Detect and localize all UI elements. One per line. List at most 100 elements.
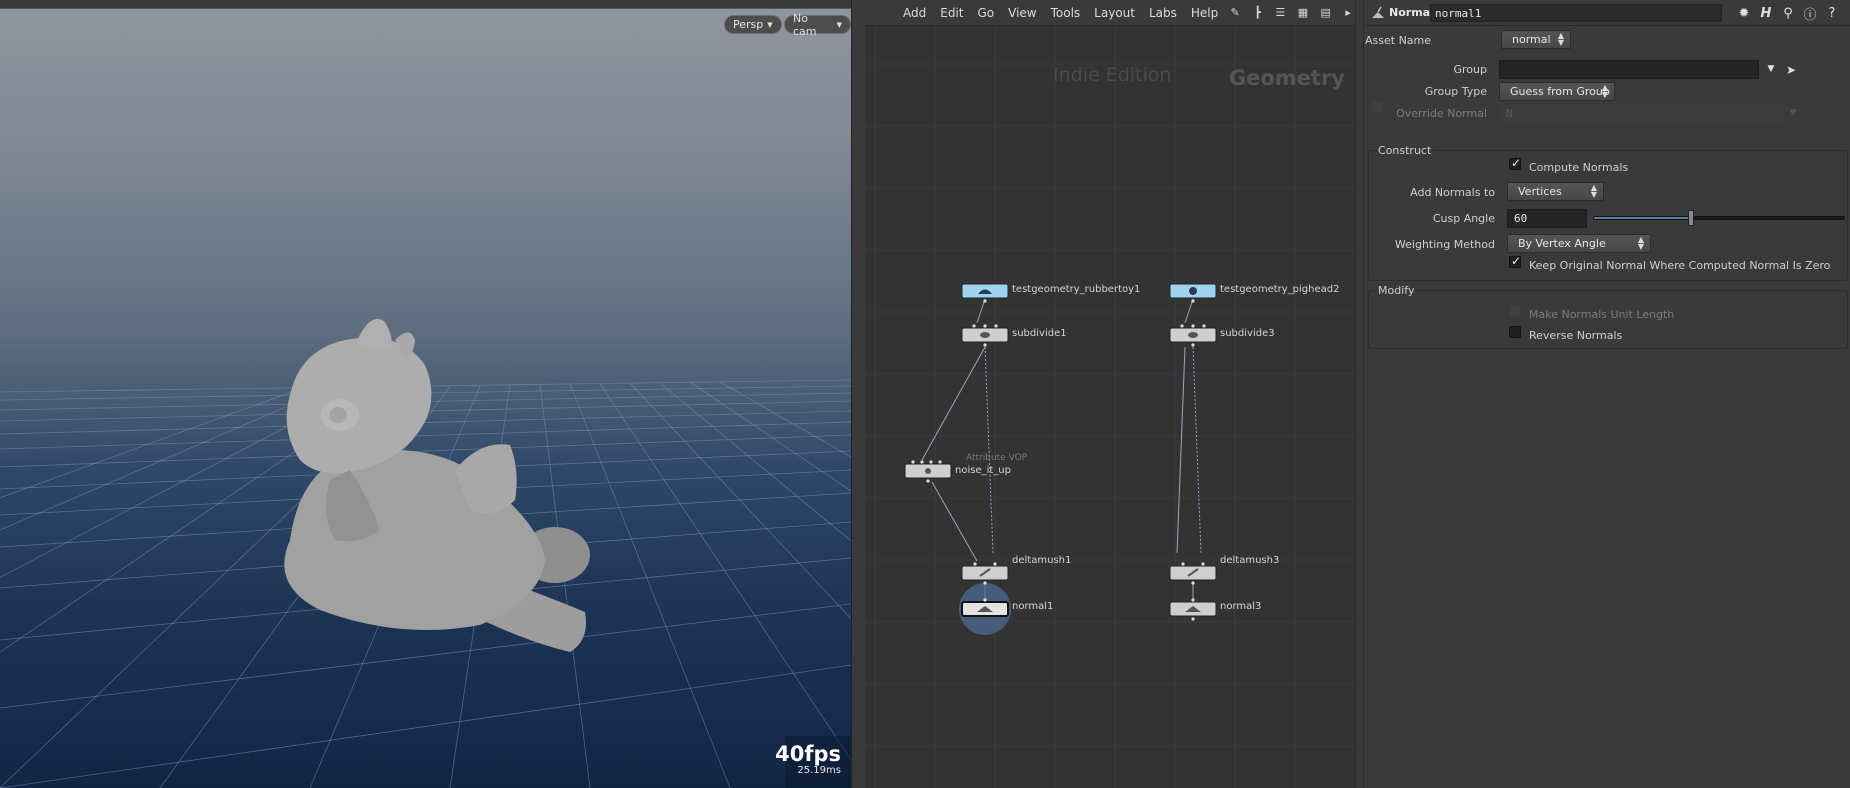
node-pighead[interactable] — [1169, 283, 1217, 299]
param-header: Normal normal1 ✹ H ⚲ ⓘ ? — [1364, 0, 1850, 26]
viewport-toolbar-strip[interactable] — [851, 0, 865, 788]
add-normals-to-menu[interactable]: Vertices ▲ ▼ — [1507, 182, 1604, 201]
override-normal-label: Override Normal — [1396, 107, 1487, 120]
group-type-menu[interactable]: Guess from Group ▲ ▼ — [1499, 82, 1615, 101]
cusp-angle-slider-handle[interactable] — [1688, 210, 1695, 226]
group-field[interactable] — [1499, 60, 1759, 79]
asset-name-menu[interactable]: normal ▲ ▼ — [1501, 30, 1571, 49]
gear-icon[interactable]: ✹ — [1735, 4, 1753, 22]
node-normal1[interactable] — [961, 601, 1009, 617]
info-icon[interactable]: ⓘ — [1801, 4, 1819, 23]
group-type-label: Group Type — [1424, 85, 1487, 98]
scene-viewport[interactable]: Persp ▼ No cam ▼ 40fps 25.19ms — [0, 0, 851, 788]
chevron-down-icon: ▼ — [836, 20, 842, 29]
node-label-noise[interactable]: noise_it_up — [955, 465, 1011, 476]
menu-labs[interactable]: Labs — [1149, 6, 1177, 20]
group-dropdown-icon[interactable]: ▼ — [1762, 60, 1780, 78]
frame-time-value: 25.19ms — [797, 765, 841, 776]
node-rubbertoy[interactable] — [961, 283, 1009, 299]
menu-view[interactable]: View — [1008, 6, 1036, 20]
node-deltamush1[interactable] — [961, 565, 1009, 581]
node-label-subdivide1[interactable]: subdivide1 — [1012, 328, 1067, 339]
node-noise-it-up[interactable] — [904, 463, 952, 479]
menu-add[interactable]: Add — [903, 6, 926, 20]
tree-view-icon[interactable]: ┣ — [1251, 6, 1265, 20]
add-normals-to-value: Vertices — [1518, 185, 1562, 198]
ground-grid — [0, 318, 851, 788]
help-icon[interactable]: ? — [1823, 4, 1841, 22]
node-label-pighead[interactable]: testgeometry_pighead2 — [1220, 284, 1339, 295]
wrench-icon[interactable]: ✎ — [1228, 6, 1242, 20]
table-view-icon[interactable]: ▤ — [1319, 6, 1333, 20]
node-normal3[interactable] — [1169, 601, 1217, 617]
normal-node-icon — [1372, 6, 1384, 18]
keep-original-normal-label: Keep Original Normal Where Computed Norm… — [1529, 259, 1831, 272]
network-canvas[interactable]: Indie Edition Geometry testgeometry_rubb… — [865, 26, 1355, 788]
cusp-angle-label: Cusp Angle — [1432, 212, 1495, 225]
updown-arrows-icon: ▲ ▼ — [1601, 83, 1608, 99]
add-normals-to-label: Add Normals to — [1410, 186, 1495, 199]
compute-normals-checkbox[interactable]: ✓ — [1509, 156, 1522, 170]
network-context-title: Geometry — [1228, 66, 1345, 90]
node-sublabel-noise: Attribute VOP — [966, 453, 1028, 463]
more-icon[interactable]: ▸ — [1341, 6, 1355, 20]
weighting-method-label: Weighting Method — [1394, 238, 1495, 251]
node-label-normal3[interactable]: normal3 — [1220, 601, 1261, 612]
node-label-deltamush1[interactable]: deltamush1 — [1012, 555, 1071, 566]
rubber-toy-model — [284, 318, 590, 652]
list-view-icon[interactable]: ☰ — [1274, 6, 1288, 20]
node-subdivide3[interactable] — [1169, 327, 1217, 343]
wire — [976, 298, 986, 324]
houdini-window: Persp ▼ No cam ▼ 40fps 25.19ms Add Edit … — [0, 0, 1850, 788]
search-icon[interactable]: ⚲ — [1779, 4, 1797, 22]
select-arrow-icon[interactable]: ➤ — [1782, 61, 1800, 79]
override-normal-field[interactable]: N — [1499, 104, 1784, 123]
keep-original-normal-checkbox[interactable]: ✓ — [1509, 254, 1521, 268]
override-dropdown-icon[interactable]: ▼ — [1784, 104, 1802, 122]
node-label-deltamush3[interactable]: deltamush3 — [1220, 555, 1279, 566]
chevron-down-icon: ▼ — [767, 20, 773, 29]
construct-folder-title: Construct — [1376, 144, 1434, 157]
parameter-pane: Normal normal1 ✹ H ⚲ ⓘ ? Asset Name norm… — [1364, 0, 1850, 788]
node-label-rubbertoy[interactable]: testgeometry_rubbertoy1 — [1012, 284, 1140, 295]
pane-splitter[interactable] — [1355, 0, 1364, 788]
camera-select-label: No cam — [793, 11, 817, 38]
menu-layout[interactable]: Layout — [1094, 6, 1135, 20]
cusp-angle-slider[interactable] — [1593, 216, 1845, 220]
network-menu-bar: Add Edit Go View Tools Layout Labs Help … — [865, 0, 1355, 26]
group-label: Group — [1453, 63, 1488, 76]
wire — [984, 346, 994, 554]
node-label-subdivide3[interactable]: subdivide3 — [1220, 328, 1275, 339]
group-type-value: Guess from Group — [1510, 85, 1610, 98]
camera-persp-button[interactable]: Persp ▼ — [724, 15, 782, 34]
wire — [1176, 346, 1186, 554]
camera-select-button[interactable]: No cam ▼ — [784, 12, 851, 38]
menu-tools[interactable]: Tools — [1051, 6, 1081, 20]
cusp-angle-field[interactable]: 60 — [1507, 209, 1587, 228]
network-grid — [865, 26, 1355, 788]
wire — [1192, 346, 1202, 554]
houdini-logo-icon[interactable]: H — [1757, 4, 1775, 22]
node-type-label: Normal — [1389, 6, 1434, 19]
camera-persp-label: Persp — [733, 18, 764, 31]
cusp-angle-slider-fill — [1594, 217, 1693, 219]
make-unit-length-checkbox[interactable] — [1509, 305, 1521, 317]
fps-value: 40fps — [775, 742, 841, 766]
make-unit-length-label: Make Normals Unit Length — [1529, 308, 1675, 321]
wire — [931, 481, 978, 562]
node-deltamush3[interactable] — [1169, 565, 1217, 581]
grid-view-icon[interactable]: ▦ — [1296, 6, 1310, 20]
node-subdivide1[interactable] — [961, 327, 1009, 343]
node-label-normal1[interactable]: normal1 — [1012, 601, 1053, 612]
menu-edit[interactable]: Edit — [940, 6, 963, 20]
reverse-normals-checkbox[interactable] — [1509, 326, 1521, 338]
asset-name-value: normal — [1512, 33, 1551, 46]
updown-arrows-icon: ▲ ▼ — [1557, 31, 1564, 47]
network-editor[interactable]: Add Edit Go View Tools Layout Labs Help … — [865, 0, 1355, 788]
wire — [921, 346, 986, 461]
node-name-field[interactable]: normal1 — [1430, 4, 1722, 22]
menu-go[interactable]: Go — [977, 6, 994, 20]
weighting-method-menu[interactable]: By Vertex Angle ▲ ▼ — [1507, 234, 1651, 253]
check-icon: ✓ — [1511, 156, 1522, 170]
menu-help[interactable]: Help — [1191, 6, 1218, 20]
